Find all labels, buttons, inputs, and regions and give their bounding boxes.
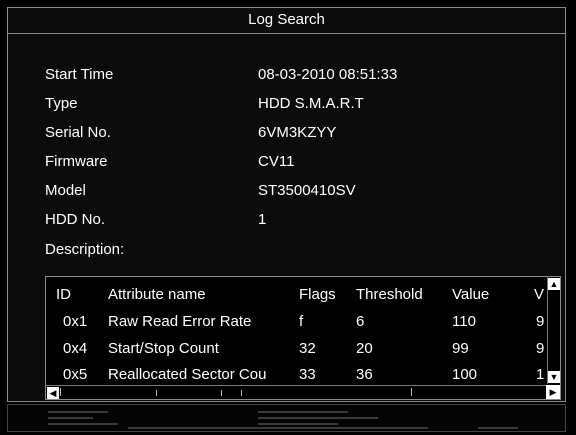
row-id: 0x5 (63, 366, 88, 383)
horizontal-scrollbar[interactable]: ◀ (46, 385, 548, 399)
row-threshold: 36 (356, 366, 373, 383)
row-worst: 9 (536, 340, 545, 357)
model-value: ST3500410SV (258, 182, 356, 199)
start-time-value: 08-03-2010 08:51:33 (258, 66, 398, 83)
row-flags: f (299, 313, 304, 330)
scroll-left-icon[interactable]: ◀ (47, 387, 59, 399)
scroll-up-icon[interactable]: ▲ (548, 278, 560, 290)
horizontal-scroll-thumb[interactable] (60, 388, 412, 396)
ghost-line (258, 423, 338, 425)
row-value: 110 (452, 313, 476, 330)
header-attribute-name[interactable]: Attribute name (108, 286, 206, 303)
row-flags: 33 (299, 366, 316, 383)
hdd-no-label: HDD No. (45, 211, 106, 228)
scroll-right-icon[interactable]: ▶ (546, 385, 560, 399)
header-flags[interactable]: Flags (299, 286, 336, 303)
firmware-value: CV11 (258, 153, 295, 170)
scroll-tick (241, 390, 242, 396)
ghost-line (258, 417, 378, 419)
ghost-line (48, 423, 118, 425)
row-attribute-name: Reallocated Sector Cou (108, 366, 267, 383)
model-label: Model (45, 182, 86, 199)
header-value[interactable]: Value (452, 286, 489, 303)
type-label: Type (45, 95, 78, 112)
row-flags: 32 (299, 340, 316, 357)
scroll-tick (156, 390, 157, 396)
vertical-scrollbar[interactable]: ▲ ▼ (547, 277, 560, 384)
row-attribute-name: Raw Read Error Rate (108, 313, 252, 330)
ghost-line (48, 417, 93, 419)
header-worst[interactable]: V (534, 286, 544, 303)
ghost-line (478, 427, 518, 429)
row-id: 0x4 (63, 340, 88, 357)
start-time-label: Start Time (45, 66, 114, 83)
scroll-down-icon[interactable]: ▼ (548, 371, 560, 383)
background-panel (7, 404, 566, 432)
header-id[interactable]: ID (56, 286, 71, 303)
row-value: 99 (452, 340, 469, 357)
scroll-tick (221, 390, 222, 396)
dialog-title: Log Search (8, 8, 565, 34)
hdd-no-value: 1 (258, 211, 267, 228)
row-threshold: 6 (356, 313, 365, 330)
row-worst: 9 (536, 313, 545, 330)
row-attribute-name: Start/Stop Count (108, 340, 219, 357)
type-value: HDD S.M.A.R.T (258, 95, 364, 112)
log-search-dialog: Log Search Start Time 08-03-2010 08:51:3… (7, 7, 566, 402)
serial-no-label: Serial No. (45, 124, 111, 141)
header-threshold[interactable]: Threshold (356, 286, 423, 303)
row-id: 0x1 (63, 313, 88, 330)
smart-attribute-table[interactable]: ID Attribute name Flags Threshold Value … (45, 276, 561, 400)
ghost-line (258, 411, 348, 413)
ghost-line (128, 427, 428, 429)
serial-no-value: 6VM3KZYY (258, 124, 337, 141)
row-value: 100 (452, 366, 478, 383)
firmware-label: Firmware (45, 153, 108, 170)
ghost-line (48, 411, 108, 413)
row-worst: 1 (536, 366, 545, 383)
row-threshold: 20 (356, 340, 373, 357)
description-label: Description: (45, 241, 125, 258)
